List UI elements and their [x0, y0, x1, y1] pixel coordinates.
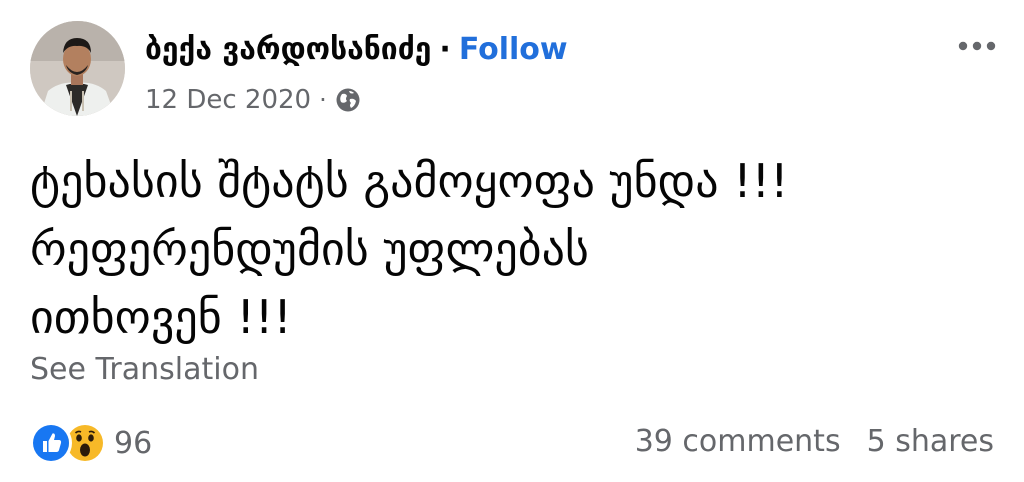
avatar[interactable] — [30, 21, 125, 116]
post-meta: 12 Dec 2020 · — [145, 85, 361, 115]
engagement-stats: 39 comments 5 shares — [635, 424, 994, 459]
more-horizontal-icon — [958, 41, 996, 51]
post-text: ტეხასის შტატს გამოყოფა უნდა !!! რეფერენდ… — [30, 147, 990, 351]
reaction-count: 96 — [114, 425, 153, 461]
meta-separator: · — [319, 86, 327, 114]
follow-button[interactable]: Follow — [459, 32, 568, 67]
author-name[interactable]: ბექა ვარდოსანიძე — [145, 32, 431, 67]
shares-count-link[interactable]: 5 shares — [867, 424, 994, 459]
see-translation-link[interactable]: See Translation — [30, 352, 259, 387]
post-text-line: ითხოვენ !!! — [30, 290, 292, 344]
globe-icon — [335, 87, 361, 113]
post-text-line: რეფერენდუმის უფლებას — [30, 222, 589, 276]
post-header: ბექა ვარდოსანიძე · Follow — [145, 32, 568, 67]
header-separator: · — [439, 32, 451, 67]
more-options-button[interactable] — [955, 34, 999, 58]
post-text-line: ტეხასის შტატს გამოყოფა უნდა !!! — [30, 154, 789, 208]
comments-count-link[interactable]: 39 comments — [635, 424, 841, 459]
avatar-photo — [30, 21, 125, 116]
post-date[interactable]: 12 Dec 2020 — [145, 85, 311, 115]
like-icon — [30, 422, 72, 464]
reactions-summary[interactable]: 96 — [30, 422, 152, 464]
